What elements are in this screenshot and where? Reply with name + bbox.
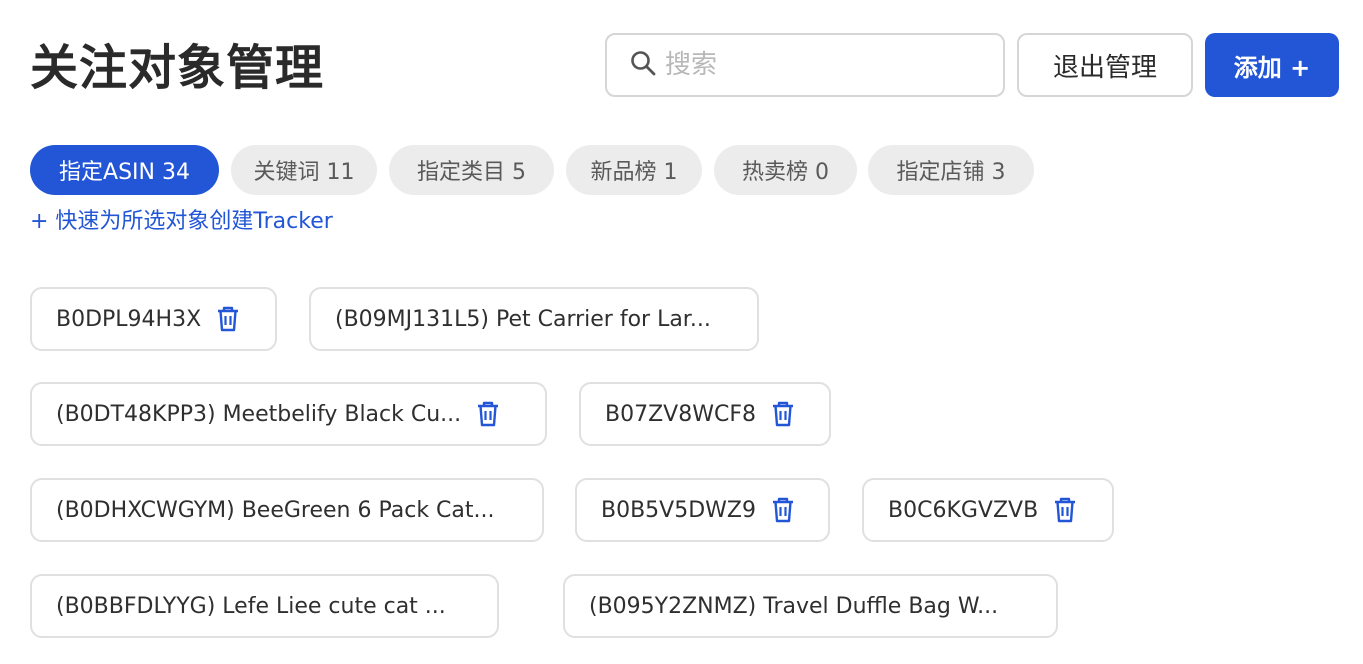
target-item-label: (B0BBFDLYYG) Lefe Liee cute cat ... (56, 593, 446, 619)
target-item[interactable]: (B0DT48KPP3) Meetbelify Black Cu... (30, 382, 547, 446)
target-item[interactable]: (B0DHXCWGYM) BeeGreen 6 Pack Cat... (30, 478, 544, 542)
trash-icon[interactable] (770, 496, 796, 524)
tab-new-release[interactable]: 新品榜 1 (566, 145, 702, 195)
tab-keyword[interactable]: 关键词 11 (231, 145, 377, 195)
tab-store[interactable]: 指定店铺 3 (868, 145, 1034, 195)
add-button[interactable]: 添加 + (1205, 33, 1339, 97)
target-item-label: (B095Y2ZNMZ) Travel Duffle Bag W... (589, 593, 999, 619)
create-tracker-link[interactable]: + 快速为所选对象创建Tracker (30, 206, 333, 238)
tab-best-seller[interactable]: 热卖榜 0 (714, 145, 857, 195)
target-item[interactable]: B0DPL94H3X (30, 287, 277, 351)
exit-management-button[interactable]: 退出管理 (1017, 33, 1193, 97)
target-item-label: (B0DT48KPP3) Meetbelify Black Cu... (56, 401, 462, 427)
tab-asin[interactable]: 指定ASIN 34 (30, 145, 219, 195)
search-box[interactable] (605, 33, 1005, 97)
target-item-label: B0C6KGVZVB (888, 497, 1039, 523)
search-icon (629, 49, 657, 81)
trash-icon[interactable] (475, 400, 501, 428)
target-item[interactable]: (B09MJ131L5) Pet Carrier for Lar... (309, 287, 759, 351)
page-title: 关注对象管理 (30, 40, 325, 96)
target-item[interactable]: (B0BBFDLYYG) Lefe Liee cute cat ... (30, 574, 499, 638)
target-item-label: B0DPL94H3X (56, 306, 202, 332)
target-item[interactable]: B0B5V5DWZ9 (575, 478, 830, 542)
page: 关注对象管理 退出管理 添加 + 指定ASIN 34 关键词 11 指定类目 5… (0, 0, 1363, 664)
tab-category[interactable]: 指定类目 5 (389, 145, 554, 195)
target-item-label: (B0DHXCWGYM) BeeGreen 6 Pack Cat... (56, 497, 495, 523)
trash-icon[interactable] (770, 400, 796, 428)
target-item[interactable]: (B095Y2ZNMZ) Travel Duffle Bag W... (563, 574, 1058, 638)
trash-icon[interactable] (1052, 496, 1078, 524)
target-item[interactable]: B07ZV8WCF8 (579, 382, 831, 446)
target-item[interactable]: B0C6KGVZVB (862, 478, 1114, 542)
search-input[interactable] (665, 50, 985, 80)
target-item-label: (B09MJ131L5) Pet Carrier for Lar... (335, 306, 711, 332)
target-item-label: B07ZV8WCF8 (605, 401, 756, 427)
trash-icon[interactable] (215, 305, 241, 333)
target-item-label: B0B5V5DWZ9 (601, 497, 756, 523)
